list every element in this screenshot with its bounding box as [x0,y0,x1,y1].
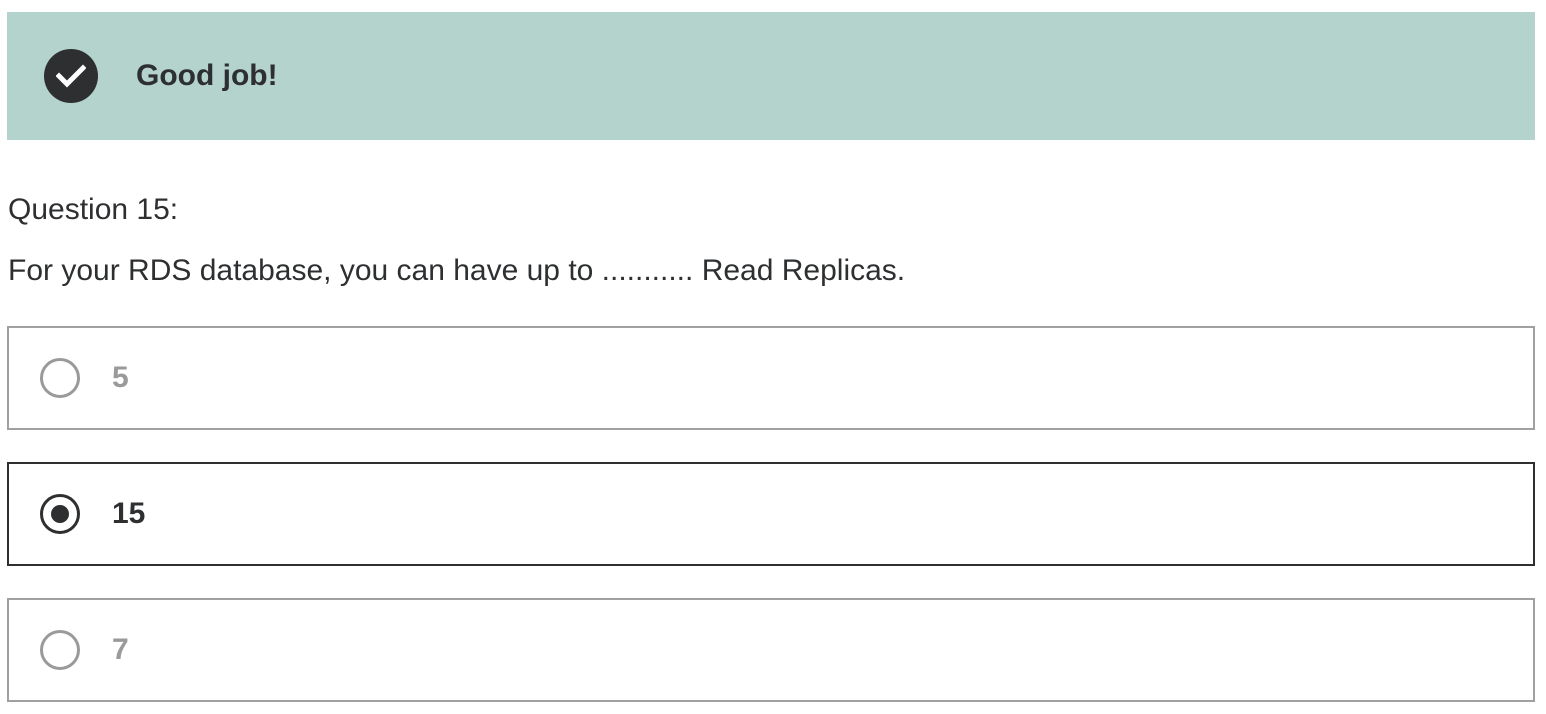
check-circle-icon [44,49,98,103]
answer-option-label: 5 [112,361,129,394]
radio-unselected-icon[interactable] [40,630,80,670]
answer-option-5[interactable]: 5 [7,326,1535,430]
question-number: Question 15: [8,193,179,226]
result-message: Good job! [136,59,278,92]
question-text: For your RDS database, you can have up t… [8,254,906,287]
answer-option-label: 7 [112,633,129,666]
answer-option-15[interactable]: 15 [7,462,1535,566]
radio-unselected-icon[interactable] [40,358,80,398]
result-banner: Good job! [7,12,1535,140]
radio-dot [51,505,69,523]
answer-option-7[interactable]: 7 [7,598,1535,702]
answer-option-label: 15 [112,497,146,530]
radio-selected-icon[interactable] [40,494,80,534]
